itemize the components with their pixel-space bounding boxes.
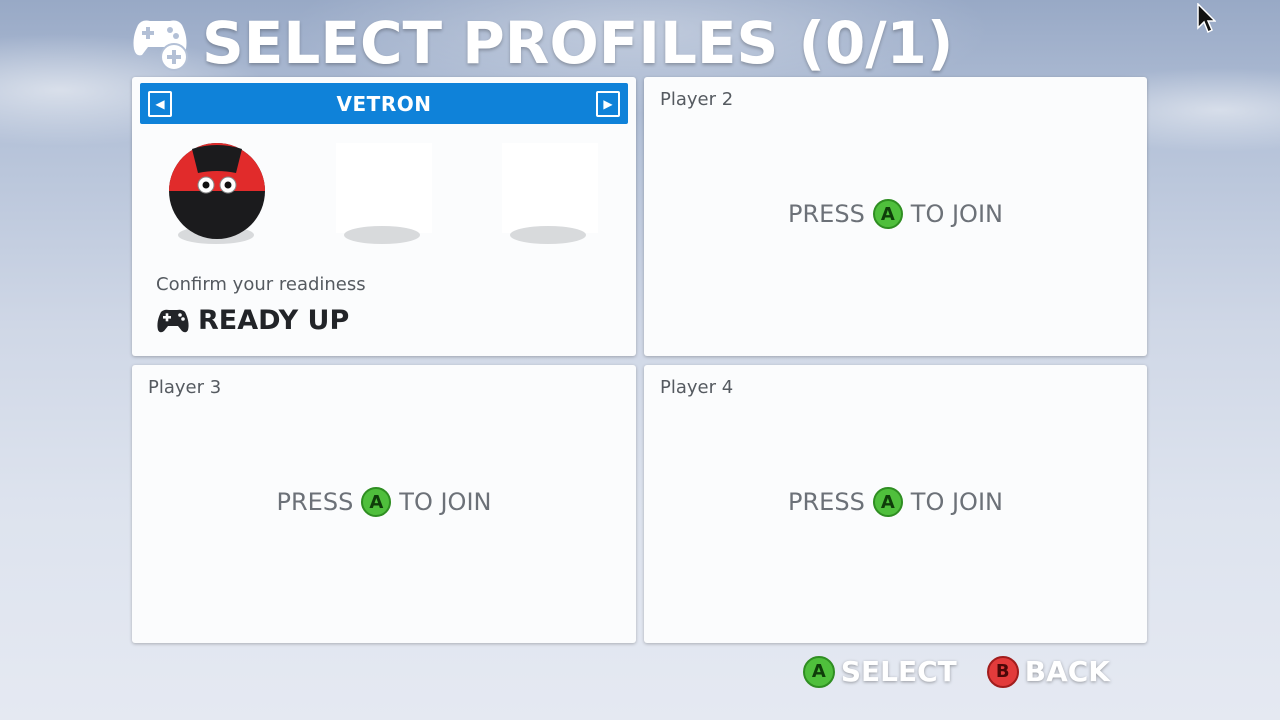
page-title: SELECT PROFILES (0/1) (202, 9, 954, 77)
back-action[interactable]: B BACK (986, 655, 1110, 688)
select-label: SELECT (840, 655, 957, 688)
a-button-icon: A (872, 199, 903, 229)
press-text: PRESS (276, 488, 354, 516)
ready-up-button[interactable]: READY UP (156, 305, 349, 336)
footer-actions: A SELECT B BACK (802, 655, 1110, 688)
profile-name: VETRON (336, 91, 432, 116)
avatar-shadow (510, 226, 586, 244)
ready-up-label: READY UP (198, 305, 350, 336)
b-button-icon: B (986, 655, 1019, 688)
a-button-icon: A (802, 655, 835, 688)
back-label: BACK (1024, 655, 1110, 688)
page-title-bar: SELECT PROFILES (0/1) (128, 8, 953, 78)
avatar-shadow (344, 226, 420, 244)
avatar-placeholder (336, 143, 432, 233)
arrow-left-icon[interactable]: ◀ (148, 90, 172, 117)
player-3-panel[interactable]: Player 3 PRESS A TO JOIN (132, 365, 636, 643)
press-text: PRESS (788, 200, 865, 228)
press-to-join-prompt: PRESS A TO JOIN (644, 487, 1147, 517)
gamepad-add-icon (128, 15, 194, 71)
profile-selector[interactable]: ◀ VETRON ▶ (140, 83, 628, 124)
player-label: Player 2 (660, 89, 734, 110)
avatar-placeholder (502, 143, 598, 233)
arrow-right-icon[interactable]: ▶ (596, 90, 620, 117)
select-action[interactable]: A SELECT (802, 655, 957, 688)
avatar-slot-empty[interactable] (332, 143, 432, 253)
player-4-panel[interactable]: Player 4 PRESS A TO JOIN (644, 365, 1147, 643)
to-join-text: TO JOIN (399, 488, 492, 516)
gamepad-icon (157, 309, 189, 332)
to-join-text: TO JOIN (910, 488, 1003, 516)
confirm-readiness-text: Confirm your readiness (156, 274, 366, 295)
a-button-icon: A (361, 487, 392, 517)
to-join-text: TO JOIN (910, 200, 1003, 228)
avatar-slot-empty[interactable] (498, 143, 598, 253)
player-label: Player 3 (148, 377, 222, 398)
mouse-cursor-icon (1196, 2, 1217, 39)
press-text: PRESS (788, 488, 865, 516)
player-1-panel: ◀ VETRON ▶ Confirm your readiness READY … (132, 77, 636, 356)
ladybug-ball-icon (169, 143, 265, 239)
a-button-icon: A (872, 487, 903, 517)
player-label: Player 4 (660, 377, 734, 398)
avatar-ladybug[interactable] (166, 143, 266, 253)
press-to-join-prompt: PRESS A TO JOIN (644, 199, 1147, 229)
player-2-panel[interactable]: Player 2 PRESS A TO JOIN (644, 77, 1147, 356)
press-to-join-prompt: PRESS A TO JOIN (132, 487, 636, 517)
